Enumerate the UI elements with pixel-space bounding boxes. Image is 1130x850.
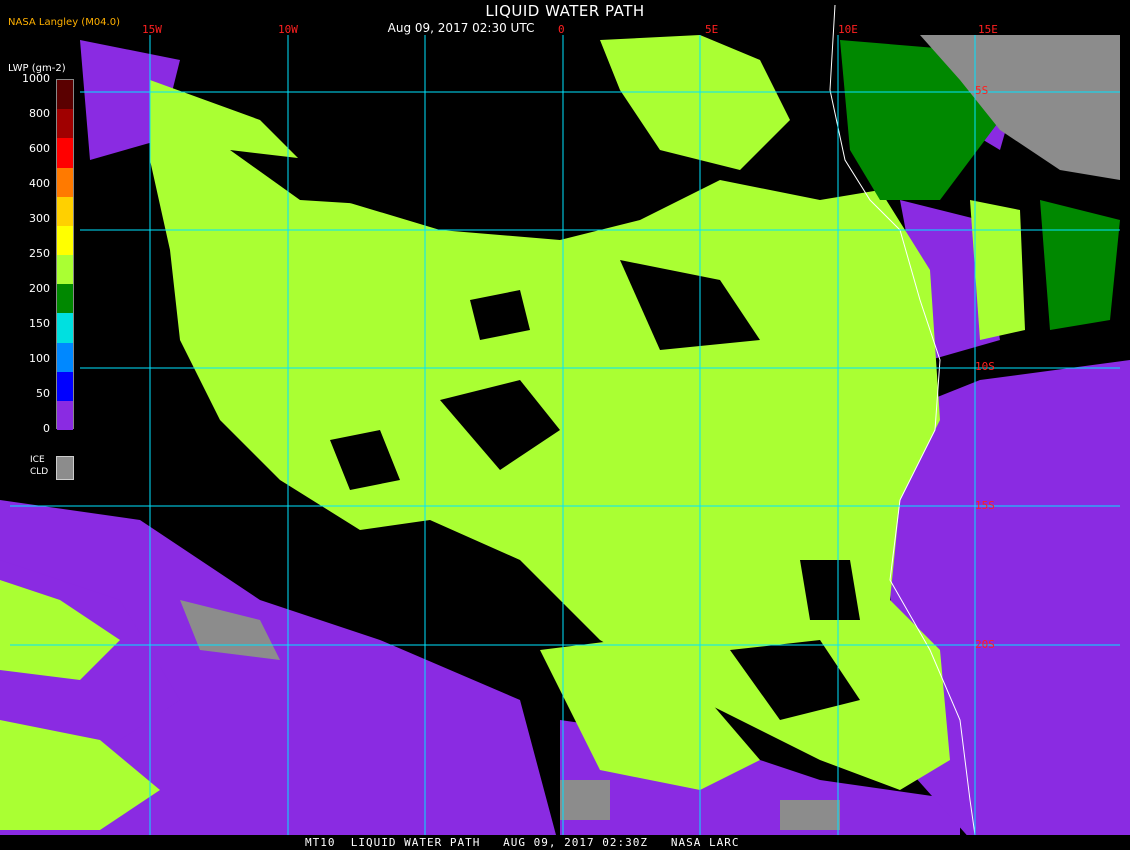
lon-label: 15E <box>978 23 998 36</box>
lon-label: 0 <box>558 23 565 36</box>
cloud-label: CLD <box>30 467 49 477</box>
legend-tick-label: 250 <box>29 247 50 260</box>
ice-label: ICE <box>30 455 45 465</box>
legend-color-swatch <box>57 167 73 198</box>
legend-tick-label: 50 <box>36 387 50 400</box>
legend-color-swatch <box>57 109 73 139</box>
lat-label: 15S <box>975 499 995 512</box>
map-title: LIQUID WATER PATH <box>485 2 645 20</box>
legend-color-swatch <box>57 371 73 402</box>
legend-color-swatch <box>57 255 73 285</box>
legend-color-swatch <box>57 313 73 343</box>
lat-label: 10S <box>975 360 995 373</box>
color-legend: NASA Langley (M04.0) LWP (gm-2) 1000 800… <box>0 14 120 494</box>
legend-title: NASA Langley (M04.0) <box>8 17 120 28</box>
legend-tick-label: 0 <box>43 422 50 435</box>
lon-label: 10W <box>278 23 298 36</box>
legend-tick-label: 400 <box>29 177 50 190</box>
legend-color-swatch <box>57 138 73 168</box>
footer-bar: MT10 LIQUID WATER PATH AUG 09, 2017 02:3… <box>0 835 1130 850</box>
legend-tick-label: 200 <box>29 282 50 295</box>
lat-label: 20S <box>975 638 995 651</box>
legend-color-swatch <box>57 225 73 256</box>
lwp-map <box>0 0 1130 850</box>
lon-label: 15W <box>142 23 162 36</box>
legend-tick-label: 600 <box>29 142 50 155</box>
legend-tick-label: 800 <box>29 107 50 120</box>
legend-tick-label: 300 <box>29 212 50 225</box>
ice-cloud-swatch <box>56 456 74 480</box>
legend-color-swatch <box>57 196 73 227</box>
legend-color-swatch <box>57 284 73 314</box>
lat-label: 5S <box>975 84 989 97</box>
legend-color-bar <box>56 79 74 431</box>
legend-tick-label: 1000 <box>22 72 50 85</box>
legend-tick-label: 150 <box>29 317 50 330</box>
legend-color-swatch <box>57 342 73 373</box>
lon-label: 10E <box>838 23 858 36</box>
lon-label: 5E <box>705 23 719 36</box>
legend-tick-label: 100 <box>29 352 50 365</box>
legend-color-swatch <box>57 400 73 431</box>
legend-color-swatch <box>57 80 73 110</box>
footer-text: MT10 LIQUID WATER PATH AUG 09, 2017 02:3… <box>305 836 740 849</box>
